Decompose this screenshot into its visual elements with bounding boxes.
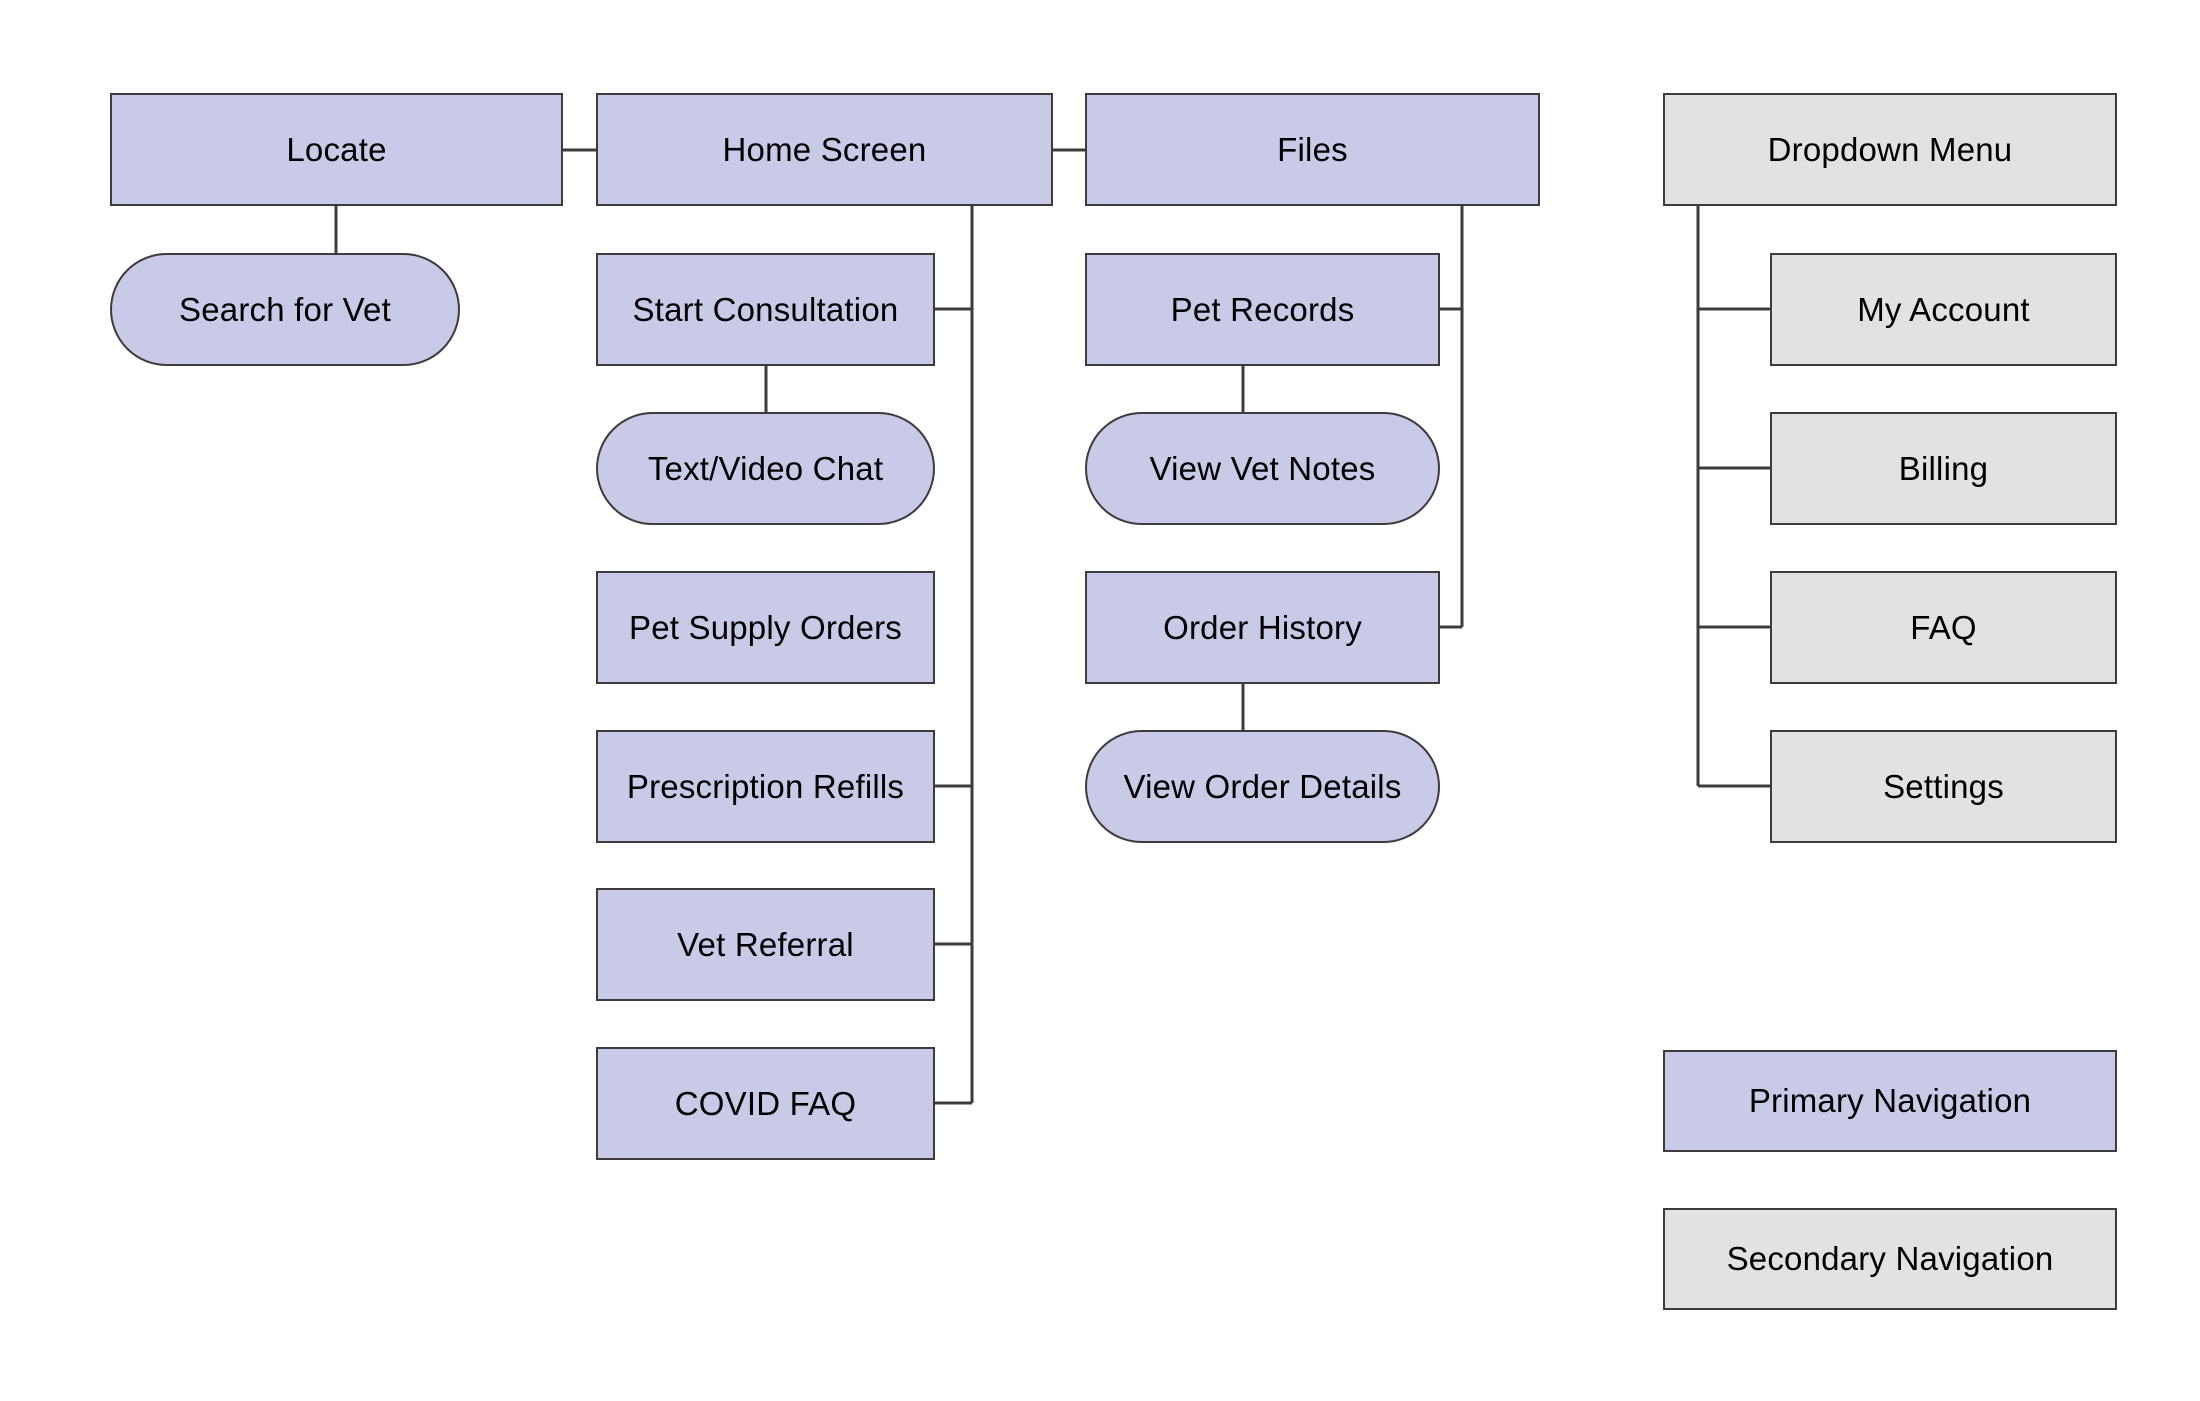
node-pet-supply-orders[interactable]: Pet Supply Orders xyxy=(596,571,935,684)
node-prescription-refills[interactable]: Prescription Refills xyxy=(596,730,935,843)
node-pet-records[interactable]: Pet Records xyxy=(1085,253,1440,366)
node-dropdown-menu[interactable]: Dropdown Menu xyxy=(1663,93,2117,206)
node-pet-records-label: Pet Records xyxy=(1170,290,1355,328)
node-text-video-chat-label: Text/Video Chat xyxy=(647,449,884,487)
sitemap-canvas: Locate Search for Vet Home Screen Start … xyxy=(0,0,2200,1401)
node-dropdown-menu-label: Dropdown Menu xyxy=(1767,130,2013,168)
node-view-vet-notes-label: View Vet Notes xyxy=(1149,449,1376,487)
node-vet-referral[interactable]: Vet Referral xyxy=(596,888,935,1001)
node-order-history[interactable]: Order History xyxy=(1085,571,1440,684)
node-view-vet-notes[interactable]: View Vet Notes xyxy=(1085,412,1440,525)
node-files[interactable]: Files xyxy=(1085,93,1540,206)
legend-primary-navigation-label: Primary Navigation xyxy=(1748,1082,2032,1120)
node-locate[interactable]: Locate xyxy=(110,93,563,206)
connector-layer xyxy=(334,148,1770,1105)
node-faq[interactable]: FAQ xyxy=(1770,571,2117,684)
node-covid-faq[interactable]: COVID FAQ xyxy=(596,1047,935,1160)
node-my-account-label: My Account xyxy=(1857,290,2030,328)
node-start-consultation[interactable]: Start Consultation xyxy=(596,253,935,366)
node-start-consultation-label: Start Consultation xyxy=(632,290,899,328)
legend-secondary-navigation: Secondary Navigation xyxy=(1663,1208,2117,1310)
node-settings-label: Settings xyxy=(1883,767,2004,805)
node-covid-faq-label: COVID FAQ xyxy=(674,1084,857,1122)
node-view-order-details[interactable]: View Order Details xyxy=(1085,730,1440,843)
node-vet-referral-label: Vet Referral xyxy=(677,925,854,963)
node-my-account[interactable]: My Account xyxy=(1770,253,2117,366)
node-view-order-details-label: View Order Details xyxy=(1123,767,1402,805)
node-search-for-vet[interactable]: Search for Vet xyxy=(110,253,460,366)
node-billing[interactable]: Billing xyxy=(1770,412,2117,525)
node-search-for-vet-label: Search for Vet xyxy=(179,290,391,328)
node-prescription-refills-label: Prescription Refills xyxy=(626,767,905,805)
node-locate-label: Locate xyxy=(286,130,387,168)
node-faq-label: FAQ xyxy=(1910,608,1977,646)
node-order-history-label: Order History xyxy=(1163,608,1362,646)
legend-primary-navigation: Primary Navigation xyxy=(1663,1050,2117,1152)
node-home-screen-label: Home Screen xyxy=(722,130,927,168)
legend-secondary-navigation-label: Secondary Navigation xyxy=(1726,1240,2054,1278)
node-files-label: Files xyxy=(1277,130,1348,168)
node-home-screen[interactable]: Home Screen xyxy=(596,93,1053,206)
node-settings[interactable]: Settings xyxy=(1770,730,2117,843)
node-text-video-chat[interactable]: Text/Video Chat xyxy=(596,412,935,525)
node-billing-label: Billing xyxy=(1898,449,1989,487)
node-pet-supply-orders-label: Pet Supply Orders xyxy=(628,608,903,646)
